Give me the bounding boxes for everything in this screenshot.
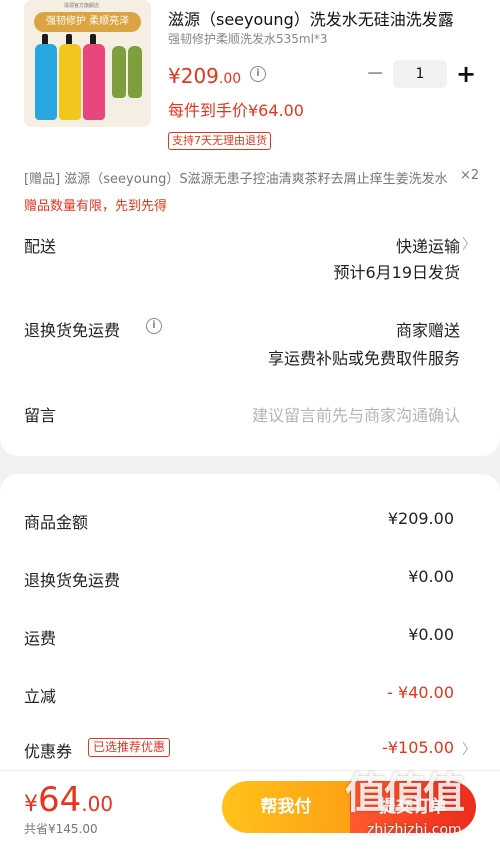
watermark-glyphs: 值值值 xyxy=(345,769,465,818)
return-shipping-desc: 享运费补贴或免费取件服务 xyxy=(267,349,460,368)
price-info-icon[interactable]: i xyxy=(250,66,266,82)
quantity-input[interactable]: 1 xyxy=(393,60,447,88)
image-store-text: 滋源官方旗舰店 xyxy=(64,3,100,9)
goods-amount-value: ¥209.00 xyxy=(387,509,454,528)
daily-price: 每件到手价¥64.00 xyxy=(168,101,304,120)
product-image[interactable]: 滋源官方旗舰店 强韧修护 柔顺亮泽 xyxy=(24,0,151,127)
product-title[interactable]: 滋源（seeyoung）洗发水无硅油洗发露 xyxy=(168,6,478,30)
message-input[interactable]: 建议留言前先与商家沟通确认 xyxy=(252,402,460,426)
return-fee-label: 退换货免运费 xyxy=(24,571,121,590)
total-price: ¥64.00 xyxy=(24,780,113,820)
refund-badge: 支持7天无理由退货 xyxy=(168,132,271,150)
return-shipping-info-icon[interactable]: i xyxy=(146,318,162,334)
watermark-url: zhizhizhi.com xyxy=(367,822,462,838)
delivery-chevron-icon[interactable]: 〉 xyxy=(462,234,476,254)
coupon-label: 优惠券 xyxy=(24,742,73,761)
saved-amount: 共省¥145.00 xyxy=(24,822,98,836)
help-me-pay-button[interactable]: 帮我付 xyxy=(222,781,350,833)
delivery-date: 预计6月19日发货 xyxy=(333,263,460,282)
increase-quantity-button[interactable]: + xyxy=(456,60,476,88)
return-fee-value: ¥0.00 xyxy=(408,567,454,586)
coupon-value[interactable]: -¥105.00 xyxy=(382,738,454,757)
bottle-green-1 xyxy=(112,46,126,98)
delivery-method[interactable]: 快递运输 xyxy=(396,233,460,257)
discount-value: - ¥40.00 xyxy=(387,683,454,702)
total-int: 64 xyxy=(38,780,82,820)
coupon-tag[interactable]: 已选推荐优惠 xyxy=(88,738,171,757)
return-shipping-value: 商家赠送 xyxy=(395,321,460,340)
gift-note: 赠品数量有限，先到先得 xyxy=(24,199,168,214)
delivery-label: 配送 xyxy=(24,237,57,256)
total-symbol: ¥ xyxy=(24,792,38,817)
bottle-pink xyxy=(83,44,105,120)
discount-label: 立减 xyxy=(24,687,57,706)
shipping-fee-label: 运费 xyxy=(24,629,57,648)
site-watermark: 值值值 zhizhizhi.com xyxy=(345,760,495,848)
coupon-chevron-icon[interactable]: 〉 xyxy=(462,739,476,759)
product-spec[interactable]: 强韧修护柔顺洗发水535ml*3 xyxy=(168,30,328,47)
price-dec: .00 xyxy=(218,71,242,87)
bottle-yellow xyxy=(59,44,81,120)
goods-amount-label: 商品金额 xyxy=(24,513,89,532)
bottle-green-2 xyxy=(128,46,142,98)
price-symbol: ¥ xyxy=(168,64,181,88)
shipping-fee-value: ¥0.00 xyxy=(408,625,454,644)
gift-item[interactable]: [赠品] 滋源（seeyoung）S滋源无患子控油清爽茶籽去屑止痒生姜洗发水 xyxy=(24,168,450,187)
product-price: ¥209.00 xyxy=(168,64,241,88)
return-shipping-label: 退换货免运费 xyxy=(24,321,121,340)
message-label: 留言 xyxy=(24,406,57,425)
price-int: 209 xyxy=(180,64,219,88)
gift-count: ×2 xyxy=(460,168,480,183)
decrease-quantity-button[interactable]: − xyxy=(366,62,384,86)
bottle-blue xyxy=(35,44,57,120)
image-banner: 强韧修护 柔顺亮泽 xyxy=(34,12,141,32)
total-dec: .00 xyxy=(81,792,114,816)
